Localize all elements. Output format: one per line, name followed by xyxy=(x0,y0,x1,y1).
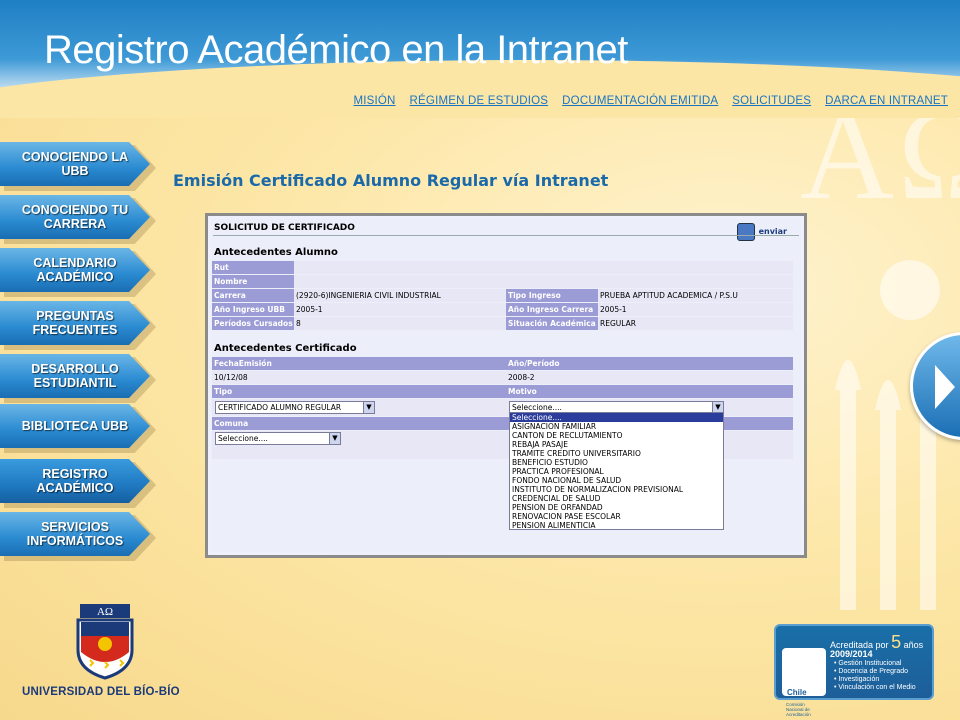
cna-logo-subtext: Comisión Nacional de Acreditación xyxy=(786,702,811,717)
tipo-select-value: CERTIFICADO ALUMNO REGULAR xyxy=(218,403,342,412)
value-fecha: 10/12/08 xyxy=(212,371,506,384)
value-carrera: (2920-6)INGENIERIA CIVIL INDUSTRIAL xyxy=(294,289,506,302)
label-tipo-ingreso: Tipo Ingreso xyxy=(506,289,598,302)
sidebar-item-biblioteca[interactable]: BIBLIOTECA UBB xyxy=(0,404,150,448)
accreditation-years-word: años xyxy=(903,640,924,650)
accreditation-item: • Gestión Institucional xyxy=(834,660,902,667)
accreditation-years-number: 5 xyxy=(891,632,902,652)
value-nombre xyxy=(294,275,793,288)
motivo-select-value: Seleccione.... xyxy=(512,403,562,412)
nav-darca-intranet[interactable]: DARCA EN INTRANET xyxy=(825,95,948,107)
cert-section-title: Antecedentes Certificado xyxy=(214,343,357,354)
sidebar-item-label: CONOCIENDO TU CARRERA xyxy=(21,203,129,231)
dropdown-option[interactable]: CANTON DE RECLUTAMIENTO xyxy=(510,431,723,440)
value-tipo-ingreso: PRUEBA APTITUD ACADEMICA / P.S.U xyxy=(598,289,793,302)
accreditation-items: • Gestión Institucional • Docencia de Pr… xyxy=(834,660,916,692)
accreditation-period: 2009/2014 xyxy=(830,649,873,659)
dropdown-option[interactable]: RENOVACION PASE ESCOLAR xyxy=(510,512,723,521)
label-comuna: Comuna xyxy=(212,417,506,430)
label-tipo: Tipo xyxy=(212,385,506,398)
form-title: SOLICITUD DE CERTIFICADO xyxy=(214,223,355,233)
section-heading: Emisión Certificado Alumno Regular vía I… xyxy=(173,171,609,190)
cna-logo: Chile Comisión Nacional de Acreditación xyxy=(782,648,826,717)
nav-regimen-estudios[interactable]: RÉGIMEN DE ESTUDIOS xyxy=(410,95,549,107)
accreditation-item: • Vinculación con el Medio xyxy=(834,684,916,691)
chevron-right-icon xyxy=(935,365,955,409)
value-anio-ingreso-carrera: 2005-1 xyxy=(598,303,793,316)
divider xyxy=(213,235,799,236)
dropdown-option[interactable]: REBAJA PASAJE xyxy=(510,440,723,449)
sidebar-item-registro-academico[interactable]: REGISTRO ACADÉMICO xyxy=(0,459,150,503)
form-body: SOLICITUD DE CERTIFICADO enviar Antecede… xyxy=(211,219,801,552)
dropdown-option[interactable]: PRACTICA PROFESIONAL xyxy=(510,467,723,476)
tipo-select[interactable]: CERTIFICADO ALUMNO REGULAR ▼ xyxy=(215,401,375,414)
value-anio-ingreso-ubb: 2005-1 xyxy=(294,303,506,316)
sidebar-item-servicios[interactable]: SERVICIOS INFORMÁTICOS xyxy=(0,512,150,556)
dropdown-option[interactable]: CREDENCIAL DE SALUD xyxy=(510,494,723,503)
value-periodos: 8 xyxy=(294,317,506,330)
sidebar-item-desarrollo[interactable]: DESARROLLO ESTUDIANTIL xyxy=(0,354,150,398)
label-rut: Rut xyxy=(212,261,294,274)
university-logo-icon: AΩ xyxy=(76,604,134,680)
chevron-down-icon: ▼ xyxy=(363,402,374,413)
label-anio-ingreso-carrera: Año Ingreso Carrera xyxy=(506,303,598,316)
value-anio-periodo: 2008-2 xyxy=(506,371,793,384)
label-nombre: Nombre xyxy=(212,275,294,288)
nav-solicitudes[interactable]: SOLICITUDES xyxy=(732,95,811,107)
label-periodos: Períodos Cursados xyxy=(212,317,294,330)
label-carrera: Carrera xyxy=(212,289,294,302)
chevron-down-icon: ▼ xyxy=(329,433,340,444)
sidebar-item-calendario[interactable]: CALENDARIO ACADÉMICO xyxy=(0,248,150,292)
dropdown-option[interactable]: BENEFICIO ESTUDIO xyxy=(510,458,723,467)
sidebar-item-label: SERVICIOS INFORMÁTICOS xyxy=(26,520,124,548)
comuna-select[interactable]: Seleccione.... ▼ xyxy=(215,432,341,445)
dropdown-option[interactable]: TRAMITE CREDITO UNIVERSITARIO xyxy=(510,449,723,458)
value-rut xyxy=(294,261,793,274)
student-section-title: Antecedentes Alumno xyxy=(214,247,338,258)
label-anio-periodo: Año/Período xyxy=(506,357,793,370)
comuna-select-value: Seleccione.... xyxy=(218,434,268,443)
form-screenshot: SOLICITUD DE CERTIFICADO enviar Antecede… xyxy=(205,213,807,558)
label-fecha: FechaEmisión xyxy=(212,357,506,370)
dropdown-option[interactable]: PENSION ALIMENTICIA xyxy=(510,521,723,530)
dropdown-option[interactable]: PENSION DE ORFANDAD xyxy=(510,503,723,512)
sidebar-item-preguntas[interactable]: PREGUNTAS FRECUENTES xyxy=(0,301,150,345)
accreditation-item: • Investigación xyxy=(834,676,880,683)
accreditation-item: • Docencia de Pregrado xyxy=(834,668,909,675)
sidebar-item-label: CONOCIENDO LA UBB xyxy=(21,150,129,178)
motivo-dropdown-list[interactable]: Seleccione.... ASIGNACION FAMILIAR CANTO… xyxy=(509,412,724,530)
student-grid: Rut Nombre Carrera (2920-6)INGENIERIA CI… xyxy=(212,261,793,331)
value-situacion: REGULAR xyxy=(598,317,793,330)
dropdown-option[interactable]: FONDO NACIONAL DE SALUD xyxy=(510,476,723,485)
label-situacion: Situación Académica xyxy=(506,317,598,330)
label-anio-ingreso-ubb: Año Ingreso UBB xyxy=(212,303,294,316)
sidebar-item-label: PREGUNTAS FRECUENTES xyxy=(32,309,118,337)
sidebar-item-label: REGISTRO ACADÉMICO xyxy=(36,467,114,495)
accreditation-badge: Chile Comisión Nacional de Acreditación … xyxy=(774,624,934,717)
nav-documentacion-emitida[interactable]: DOCUMENTACIÓN EMITIDA xyxy=(562,95,718,107)
dropdown-option[interactable]: Seleccione.... xyxy=(510,413,723,422)
label-motivo: Motivo xyxy=(506,385,793,398)
top-navigation: MISIÓN RÉGIMEN DE ESTUDIOS DOCUMENTACIÓN… xyxy=(353,95,948,107)
university-name: UNIVERSIDAD DEL BÍO-BÍO xyxy=(22,686,180,698)
sidebar-item-conociendo-carrera[interactable]: CONOCIENDO TU CARRERA xyxy=(0,195,150,239)
nav-mision[interactable]: MISIÓN xyxy=(353,95,395,107)
send-icon[interactable] xyxy=(737,223,755,241)
sidebar-item-conociendo-ubb[interactable]: CONOCIENDO LA UBB xyxy=(0,142,150,186)
sidebar-item-label: BIBLIOTECA UBB xyxy=(21,419,129,433)
sidebar-item-label: DESARROLLO ESTUDIANTIL xyxy=(31,362,119,390)
dropdown-option[interactable]: INSTITUTO DE NORMALIZACION PREVISIONAL xyxy=(510,485,723,494)
svg-text:AΩ: AΩ xyxy=(97,606,113,618)
page-title: Registro Académico en la Intranet xyxy=(44,28,628,72)
dropdown-option[interactable]: ASIGNACION FAMILIAR xyxy=(510,422,723,431)
sidebar-item-label: CALENDARIO ACADÉMICO xyxy=(33,256,117,284)
cna-logo-text: Chile xyxy=(787,688,807,697)
